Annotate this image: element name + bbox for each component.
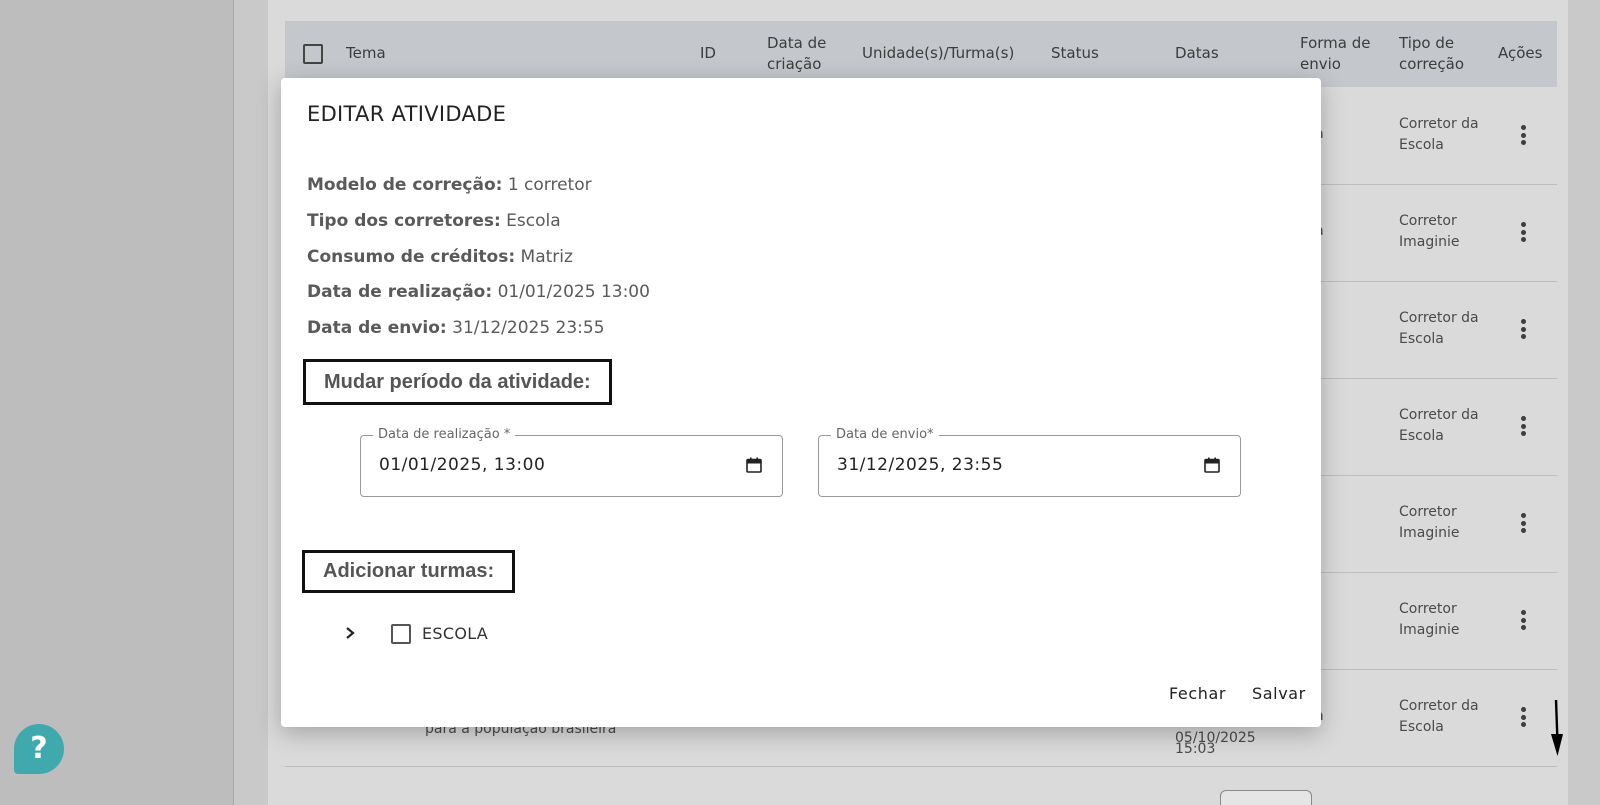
date-realizacao-input[interactable]: Data de realização * 01/01/2025, 13:00	[360, 427, 783, 497]
header-tema[interactable]: Tema	[346, 43, 386, 64]
row-actions-icon[interactable]	[1521, 125, 1527, 145]
turmas-heading: Adicionar turmas:	[302, 550, 516, 593]
date-envio-value[interactable]: 31/12/2025, 23:55	[837, 455, 1003, 475]
header-forma-envio[interactable]: Forma de envio	[1300, 33, 1380, 75]
dialog-title: EDITAR ATIVIDADE	[307, 102, 507, 126]
row-tipo-correcao: Corretor Imaginie	[1399, 504, 1460, 541]
row-tipo-correcao: Corretor Imaginie	[1399, 213, 1460, 250]
calendar-icon[interactable]	[1204, 457, 1220, 473]
period-heading: Mudar período da atividade:	[303, 359, 612, 405]
select-all-checkbox[interactable]	[303, 44, 323, 64]
sidebar	[0, 0, 234, 805]
row-tipo-correcao: Corretor da Escola	[1399, 407, 1479, 444]
info-tipo-corretores: Tipo dos corretores: Escola	[307, 211, 561, 231]
row-actions-icon[interactable]	[1521, 416, 1527, 436]
date-realizacao-label: Data de realização *	[373, 427, 516, 442]
header-datas[interactable]: Datas	[1175, 43, 1219, 64]
help-button[interactable]: ?	[14, 724, 64, 774]
header-data-criacao[interactable]: Data de criação	[767, 33, 837, 75]
row-tipo-correcao: Corretor Imaginie	[1399, 601, 1460, 638]
arrow-down-icon	[1551, 700, 1563, 756]
info-data-envio: Data de envio: 31/12/2025 23:55	[307, 318, 605, 338]
row-actions-icon[interactable]	[1521, 319, 1527, 339]
calendar-icon[interactable]	[746, 457, 762, 473]
date-envio-label: Data de envio*	[831, 427, 939, 442]
edit-activity-dialog: EDITAR ATIVIDADE Modelo de correção: 1 c…	[281, 78, 1563, 756]
header-unidades[interactable]: Unidade(s)/Turma(s)	[862, 43, 1014, 64]
header-tipo-correcao: Tipo de correção	[1399, 34, 1465, 73]
escola-checkbox[interactable]	[391, 624, 411, 644]
header-status[interactable]: Status	[1051, 43, 1099, 64]
row-actions-icon[interactable]	[1521, 513, 1527, 533]
header-id[interactable]: ID	[700, 43, 716, 64]
date-envio-input[interactable]: Data de envio* 31/12/2025, 23:55	[818, 427, 1241, 497]
tree-item-escola: ESCOLA	[422, 624, 489, 643]
row-actions-icon[interactable]	[1521, 707, 1527, 727]
pagination-button[interactable]	[1220, 790, 1312, 805]
row-tipo-correcao: Corretor da Escola	[1399, 310, 1479, 347]
close-button[interactable]: Fechar	[1163, 680, 1232, 707]
header-acoes: Ações	[1498, 44, 1543, 62]
chevron-right-icon[interactable]	[343, 624, 357, 642]
row-datas-time: 15:03	[1175, 741, 1216, 757]
info-data-realizacao: Data de realização: 01/01/2025 13:00	[307, 282, 650, 302]
date-realizacao-value[interactable]: 01/01/2025, 13:00	[379, 455, 545, 475]
help-icon: ?	[30, 731, 48, 766]
row-tipo-correcao: Corretor da Escola	[1399, 116, 1479, 153]
row-actions-icon[interactable]	[1521, 222, 1527, 242]
row-actions-icon[interactable]	[1521, 610, 1527, 630]
info-modelo-correcao: Modelo de correção: 1 corretor	[307, 175, 592, 195]
save-button[interactable]: Salvar	[1246, 680, 1312, 707]
row-tipo-correcao: Corretor da Escola	[1399, 698, 1479, 735]
info-consumo-creditos: Consumo de créditos: Matriz	[307, 247, 573, 267]
